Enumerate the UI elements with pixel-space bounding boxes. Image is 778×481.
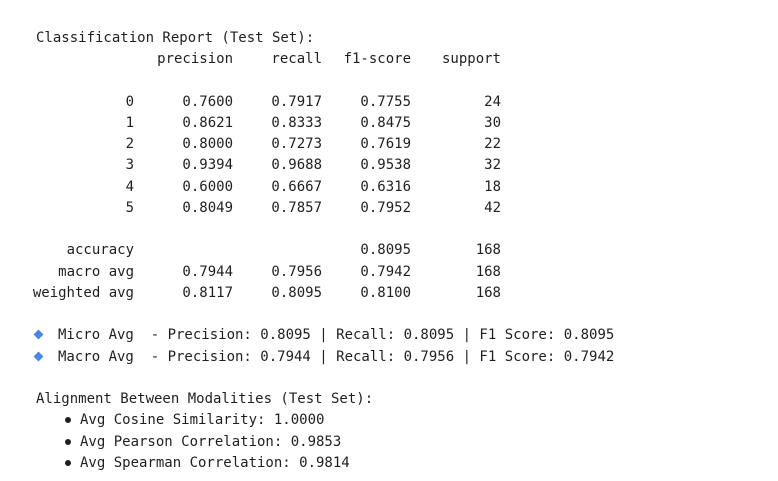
header-precision: precision xyxy=(157,51,233,67)
row-support: 18 xyxy=(484,179,501,195)
blue-diamond-icon xyxy=(33,329,44,340)
summary-f1: 0.8100 xyxy=(360,285,411,301)
summary-support: 168 xyxy=(475,264,501,280)
row-f1: 0.7619 xyxy=(360,136,411,152)
row-support: 22 xyxy=(484,136,501,152)
row-recall: 0.9688 xyxy=(271,157,322,173)
row-precision: 0.9394 xyxy=(182,157,233,173)
alignment-item-cosine: Avg Cosine Similarity: 1.0000 xyxy=(80,412,325,428)
row-label: 1 xyxy=(125,115,134,131)
row-precision: 0.7600 xyxy=(182,94,233,110)
header-recall: recall xyxy=(271,51,322,67)
row-recall: 0.7273 xyxy=(271,136,322,152)
row-support: 30 xyxy=(484,115,501,131)
row-label: 5 xyxy=(125,200,134,216)
header-f1-score: f1-score xyxy=(343,51,411,67)
report-title: Classification Report (Test Set): xyxy=(36,30,315,46)
row-f1: 0.6316 xyxy=(360,179,411,195)
row-label: 4 xyxy=(125,179,134,195)
summary-support: 168 xyxy=(475,285,501,301)
row-support: 24 xyxy=(484,94,501,110)
blue-diamond-icon xyxy=(33,351,44,362)
row-precision: 0.8621 xyxy=(182,115,233,131)
row-label: 3 xyxy=(125,157,134,173)
summary-label-macro-avg: macro avg xyxy=(58,264,134,280)
row-support: 32 xyxy=(484,157,501,173)
row-label: 0 xyxy=(125,94,134,110)
bullet-icon xyxy=(65,417,71,423)
row-f1: 0.9538 xyxy=(360,157,411,173)
bullet-icon xyxy=(65,439,71,445)
row-recall: 0.6667 xyxy=(271,179,322,195)
summary-recall: 0.8095 xyxy=(271,285,322,301)
alignment-title: Alignment Between Modalities (Test Set): xyxy=(36,391,374,407)
header-support: support xyxy=(441,51,501,67)
alignment-item-pearson: Avg Pearson Correlation: 0.9853 xyxy=(80,434,342,450)
row-recall: 0.7917 xyxy=(271,94,322,110)
summary-f1: 0.8095 xyxy=(360,242,411,258)
summary-precision: 0.7944 xyxy=(182,264,233,280)
row-precision: 0.8000 xyxy=(182,136,233,152)
alignment-item-spearman: Avg Spearman Correlation: 0.9814 xyxy=(80,455,350,471)
macro-avg-line: Macro Avg - Precision: 0.7944 | Recall: … xyxy=(58,349,615,365)
summary-support: 168 xyxy=(475,242,501,258)
summary-recall: 0.7956 xyxy=(271,264,322,280)
bullet-icon xyxy=(65,460,71,466)
summary-f1: 0.7942 xyxy=(360,264,411,280)
row-precision: 0.6000 xyxy=(182,179,233,195)
row-recall: 0.8333 xyxy=(271,115,322,131)
summary-label-accuracy: accuracy xyxy=(66,242,134,258)
row-f1: 0.8475 xyxy=(360,115,411,131)
row-precision: 0.8049 xyxy=(182,200,233,216)
row-recall: 0.7857 xyxy=(271,200,322,216)
micro-avg-line: Micro Avg - Precision: 0.8095 | Recall: … xyxy=(58,327,615,343)
row-f1: 0.7952 xyxy=(360,200,411,216)
row-support: 42 xyxy=(484,200,501,216)
summary-label-weighted-avg: weighted avg xyxy=(32,285,134,301)
row-label: 2 xyxy=(125,136,134,152)
summary-precision: 0.8117 xyxy=(182,285,233,301)
row-f1: 0.7755 xyxy=(360,94,411,110)
